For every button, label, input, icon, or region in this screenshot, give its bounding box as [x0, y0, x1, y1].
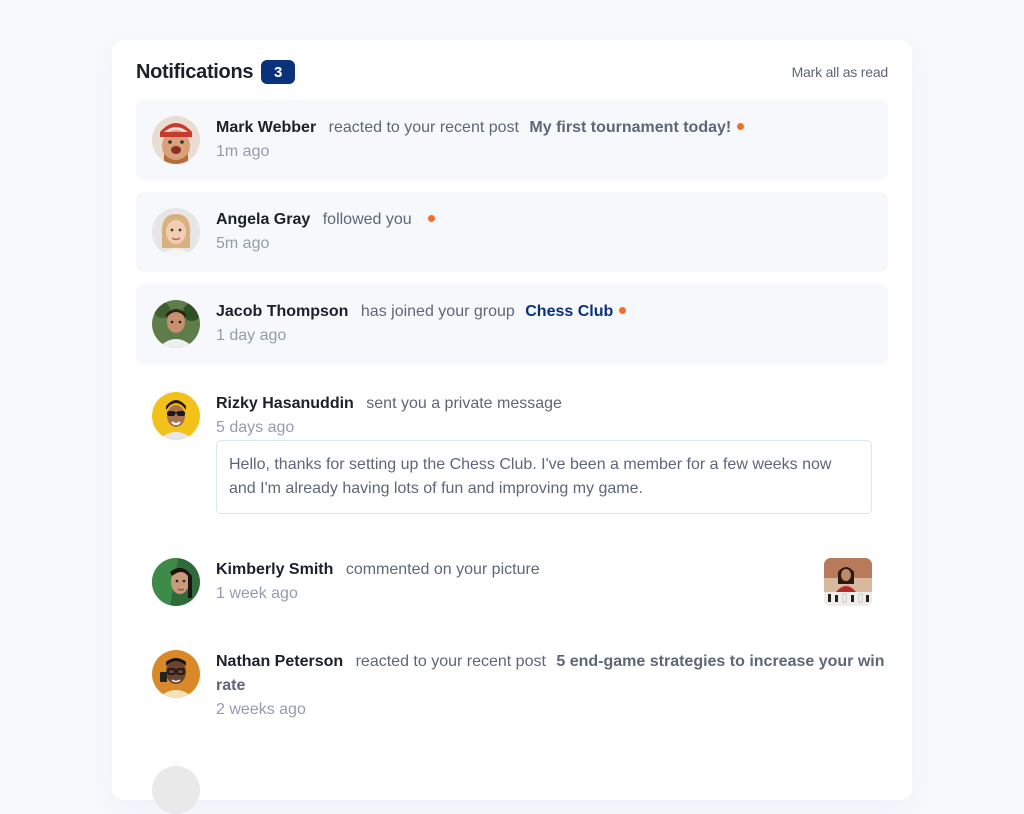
user-name[interactable]: Jacob Thompson: [216, 303, 348, 320]
notification-action: sent you a private message: [366, 395, 562, 412]
notification-item[interactable]: Jacob Thompson has joined your group Che…: [136, 284, 888, 364]
notification-time: 1 week ago: [216, 585, 298, 602]
post-link[interactable]: My first tournament today!: [529, 119, 731, 136]
notification-time: 1 day ago: [216, 327, 287, 344]
notification-action: commented on your picture: [345, 561, 540, 578]
user-name[interactable]: Nathan Peterson: [216, 653, 343, 670]
unread-dot-icon: [428, 215, 436, 223]
notification-content: Angela Gray followed you 5m ago: [216, 208, 888, 256]
notification-content: Rizky Hasanuddin sent you a private mess…: [216, 392, 888, 514]
user-name[interactable]: Angela Gray: [216, 211, 310, 228]
avatar[interactable]: [152, 392, 200, 440]
avatar[interactable]: [152, 300, 200, 348]
notification-content: Jacob Thompson has joined your group Che…: [216, 300, 888, 348]
notification-action: reacted to your recent post: [355, 653, 546, 670]
avatar[interactable]: [152, 650, 200, 698]
avatar[interactable]: [152, 208, 200, 256]
notification-item[interactable]: Mark Webber reacted to your recent post …: [136, 100, 888, 180]
user-name[interactable]: Rizky Hasanuddin: [216, 395, 354, 412]
mark-all-as-read-button[interactable]: Mark all as read: [792, 64, 889, 80]
notification-time: 2 weeks ago: [216, 701, 306, 718]
group-link[interactable]: Chess Club: [525, 303, 613, 320]
notification-action: has joined your group: [360, 303, 515, 320]
notification-content: Kimberly Smith commented on your picture…: [216, 558, 888, 606]
avatar[interactable]: [152, 558, 200, 606]
page-title: Notifications: [136, 60, 254, 83]
notification-time: 5m ago: [216, 235, 270, 252]
notification-item[interactable]: Kimberly Smith commented on your picture…: [136, 542, 888, 622]
notifications-header: Notifications 3 Mark all as read: [136, 58, 888, 86]
header-title-group: Notifications 3: [136, 60, 296, 84]
user-name[interactable]: Kimberly Smith: [216, 561, 333, 578]
unread-dot-icon: [737, 123, 745, 131]
avatar[interactable]: [152, 116, 200, 164]
notification-item[interactable]: Rizky Hasanuddin sent you a private mess…: [136, 376, 888, 526]
notification-item[interactable]: Nathan Peterson reacted to your recent p…: [136, 634, 888, 738]
notification-time: 1m ago: [216, 143, 270, 160]
notification-time: 5 days ago: [216, 419, 295, 436]
private-message-preview[interactable]: Hello, thanks for setting up the Chess C…: [216, 440, 872, 514]
notification-content: Nathan Peterson reacted to your recent p…: [216, 650, 888, 722]
notifications-card: Notifications 3 Mark all as read Mark We…: [112, 40, 912, 814]
notification-content: Mark Webber reacted to your recent post …: [216, 116, 888, 164]
notification-action: reacted to your recent post: [328, 119, 519, 136]
notification-action: followed you: [322, 211, 412, 228]
unread-count-badge: 3: [261, 60, 296, 84]
notification-item[interactable]: [136, 750, 888, 814]
user-name[interactable]: Mark Webber: [216, 119, 316, 136]
avatar[interactable]: [152, 766, 200, 814]
commented-picture-thumbnail[interactable]: [824, 558, 872, 606]
notification-item[interactable]: Angela Gray followed you 5m ago: [136, 192, 888, 272]
unread-dot-icon: [619, 307, 627, 315]
